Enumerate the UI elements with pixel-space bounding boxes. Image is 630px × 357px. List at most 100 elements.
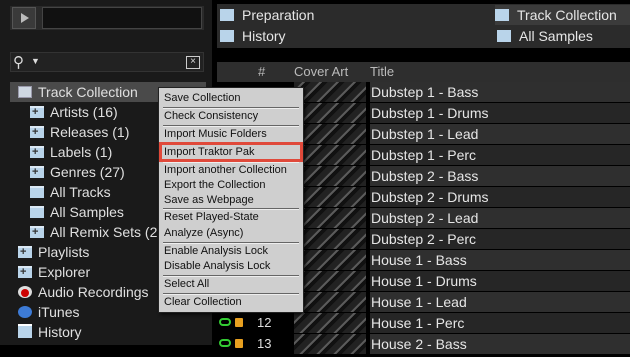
track-collection-icon [495,9,509,21]
track-title: Dubstep 1 - Bass [370,82,630,102]
menu-item-save-as-webpage[interactable]: Save as Webpage [164,193,254,207]
favorite-label: Preparation [242,7,315,23]
folder-icon [30,102,44,122]
column-header-number[interactable]: # [258,62,265,82]
column-header-title[interactable]: Title [370,62,394,82]
favorite-preparation[interactable]: Preparation [220,5,314,25]
tree-item-all-tracks[interactable]: All Tracks [30,182,111,202]
folder-icon [30,142,44,162]
folder-icon [30,222,44,242]
menu-item-save-collection[interactable]: Save Collection [164,91,240,105]
table-row[interactable]: 13 House 2 - Bass [217,334,630,354]
tree-item-label: Artists (16) [50,104,118,120]
tree-item-audio-recordings[interactable]: Audio Recordings [18,282,149,302]
cover-art [294,334,366,354]
cover-art [294,103,366,123]
cover-art [294,82,366,102]
track-collection-icon [18,86,32,98]
link-icon [219,339,231,347]
track-title: Dubstep 2 - Perc [370,229,630,249]
track-title: House 2 - Bass [370,334,630,354]
menu-item-enable-analysis-lock[interactable]: Enable Analysis Lock [164,244,268,258]
column-header-cover-art[interactable]: Cover Art [294,62,348,82]
menu-item-disable-analysis-lock[interactable]: Disable Analysis Lock [164,259,270,273]
clear-search-icon[interactable]: × [186,56,200,69]
tree-item-label: Track Collection [38,84,138,100]
cover-art [294,313,366,333]
history-icon [220,30,234,42]
cover-art [294,271,366,291]
favorite-track-collection[interactable]: Track Collection [495,5,630,25]
track-title: Dubstep 1 - Perc [370,145,630,165]
menu-item-select-all[interactable]: Select All [164,277,209,291]
link-icon [219,318,231,326]
track-number: 13 [257,336,272,351]
tree-item-label: Audio Recordings [38,284,149,300]
history-icon [18,324,32,338]
favorite-history[interactable]: History [220,26,286,46]
track-title: House 1 - Perc [370,313,630,333]
track-title: Dubstep 1 - Lead [370,124,630,144]
track-title: Dubstep 1 - Drums [370,103,630,123]
tree-item-label: Releases (1) [50,124,130,140]
track-title: House 1 - Bass [370,250,630,270]
tree-item-itunes[interactable]: iTunes [18,302,80,322]
cover-art [294,250,366,270]
track-title: Dubstep 2 - Drums [370,187,630,207]
menu-item-highlight-box [159,142,303,162]
row-status-icons [219,339,243,357]
tree-item-label: All Tracks [50,184,111,200]
tree-item-label: Genres (27) [50,164,125,180]
home-icon [220,9,234,21]
favorite-label: All Samples [519,28,593,44]
cover-art [294,292,366,312]
folder-icon [497,30,511,42]
menu-item-clear-collection[interactable]: Clear Collection [164,295,242,309]
tree-item-all-remix-sets[interactable]: All Remix Sets (2 [30,222,157,242]
tree-item-all-samples[interactable]: All Samples [30,202,124,222]
favorite-all-samples[interactable]: All Samples [497,26,593,46]
preview-play-button[interactable] [12,7,36,29]
favorite-label: History [242,28,286,44]
playlists-icon [18,242,32,262]
preview-display [42,7,202,29]
tree-item-genres[interactable]: Genres (27) [30,162,125,182]
folder-icon [30,206,44,218]
tree-item-label: iTunes [38,304,80,320]
tree-item-label: Labels (1) [50,144,113,160]
record-icon [18,286,32,298]
cover-art [294,187,366,207]
tree-item-label: All Samples [50,204,124,220]
folder-icon [30,186,44,198]
menu-item-import-another-collection[interactable]: Import another Collection [164,163,287,177]
cover-art [294,208,366,228]
lock-icon [235,318,243,327]
tree-item-label: Playlists [38,244,90,260]
cover-art [294,229,366,249]
search-icon[interactable]: ⚲ [13,53,24,71]
menu-item-import-music-folders[interactable]: Import Music Folders [164,127,267,141]
tree-item-track-collection[interactable]: Track Collection [18,82,138,102]
menu-item-check-consistency[interactable]: Check Consistency [164,109,258,123]
track-title: House 1 - Drums [370,271,630,291]
menu-item-export-the-collection[interactable]: Export the Collection [164,178,266,192]
tree-item-history[interactable]: History [18,322,82,342]
chevron-down-icon[interactable]: ▼ [31,56,40,66]
tree-item-artists[interactable]: Artists (16) [30,102,118,122]
tree-item-releases[interactable]: Releases (1) [30,122,129,142]
cover-art [294,124,366,144]
menu-item-reset-played-state[interactable]: Reset Played-State [164,210,259,224]
tree-item-label: History [38,324,82,340]
tree-item-labels[interactable]: Labels (1) [30,142,112,162]
lock-icon [235,339,243,348]
track-title: Dubstep 2 - Bass [370,166,630,186]
itunes-icon [18,306,32,318]
tree-item-playlists[interactable]: Playlists [18,242,89,262]
cover-art [294,145,366,165]
tree-item-explorer[interactable]: Explorer [18,262,90,282]
menu-item-analyze-async[interactable]: Analyze (Async) [164,226,243,240]
context-menu: Save Collection Check Consistency Import… [158,87,304,313]
table-row[interactable]: 12 House 1 - Perc [217,313,630,333]
track-title: House 1 - Lead [370,292,630,312]
cover-art [294,166,366,186]
